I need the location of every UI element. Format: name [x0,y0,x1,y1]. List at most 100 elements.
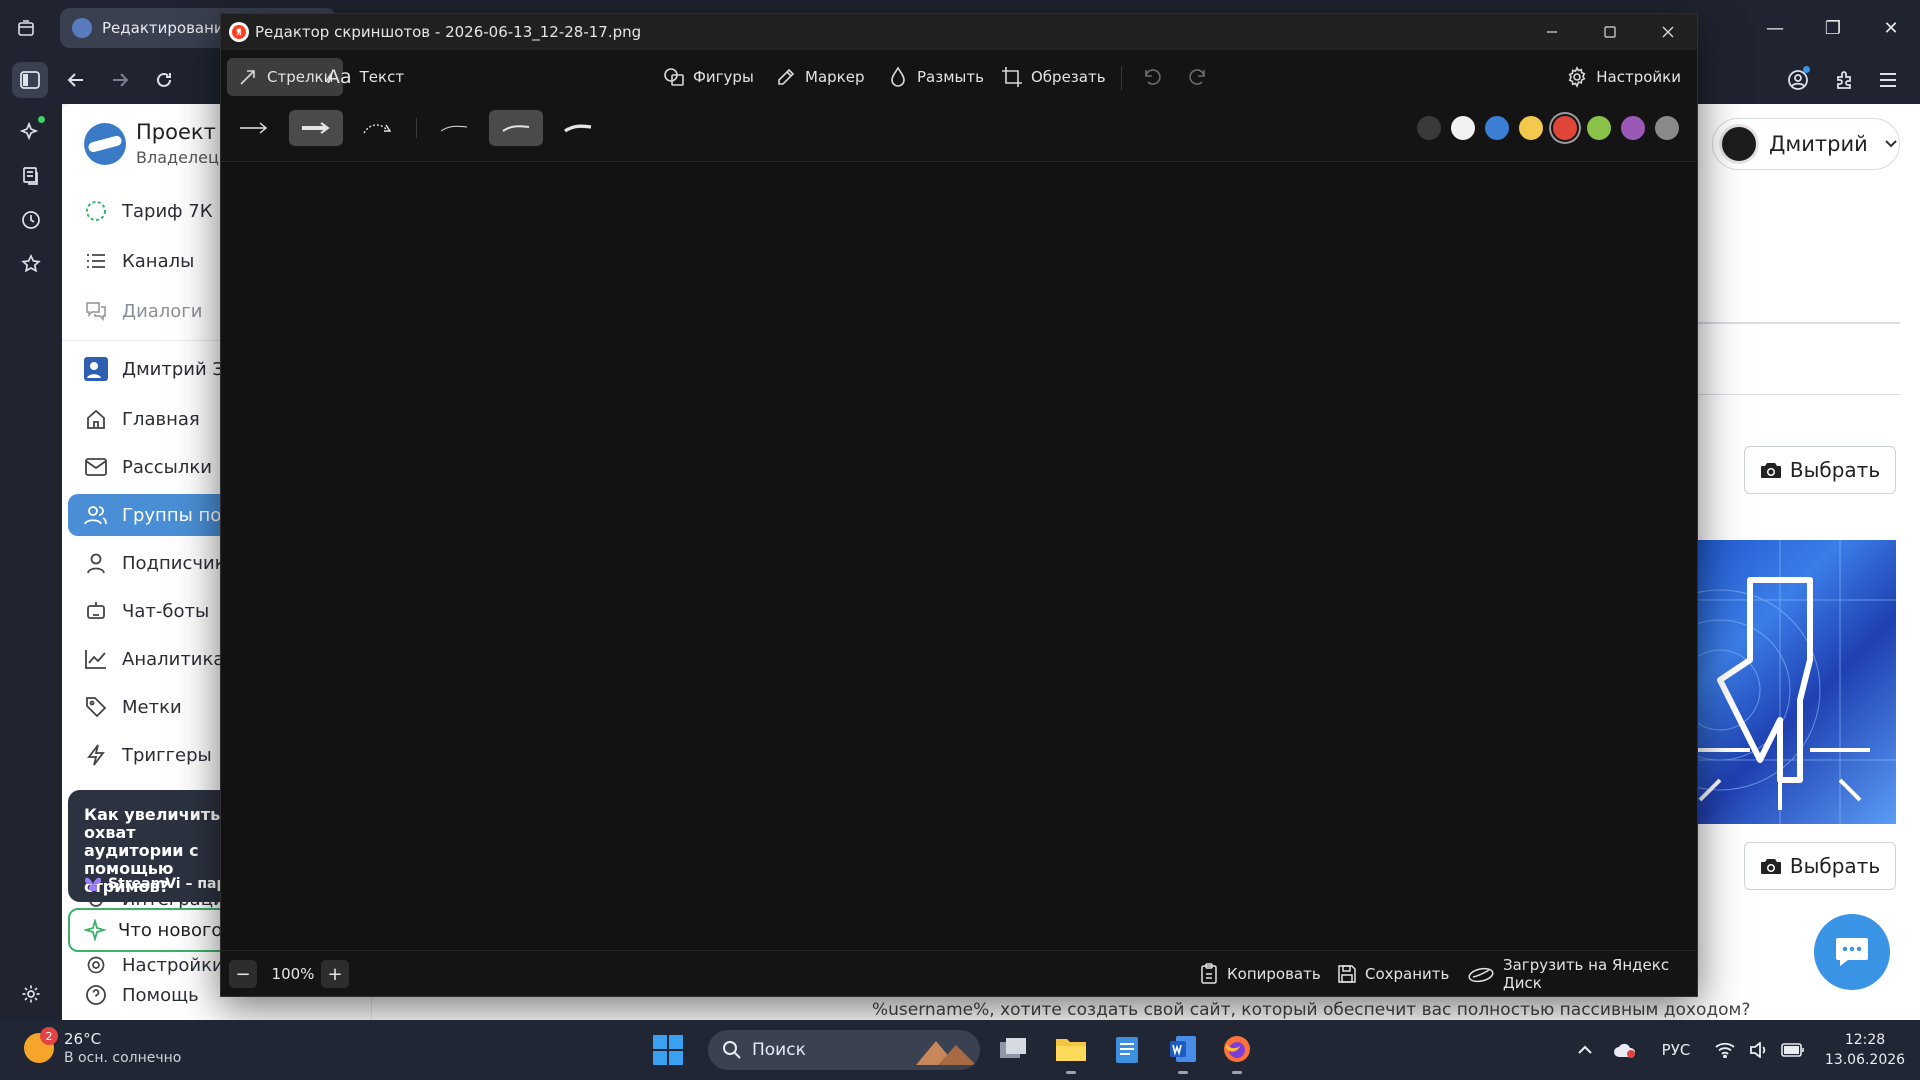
editor-maximize-button[interactable] [1581,14,1639,50]
arrow-style-thick[interactable] [289,110,343,146]
menu-icon[interactable] [1870,62,1906,98]
arrow-style-dotted[interactable] [351,110,405,146]
lightning-icon [84,743,108,767]
browser-settings-gear-icon[interactable] [13,976,49,1012]
select-image-button-1[interactable]: Выбрать [1744,446,1896,494]
volume-icon[interactable] [1742,1033,1776,1067]
droplet-icon [887,66,909,88]
color-swatch[interactable] [1553,116,1577,140]
save-button[interactable]: Сохранить [1337,960,1449,988]
color-swatch[interactable] [1655,116,1679,140]
sidebar-item-label: Триггеры [122,744,212,766]
account-avatar-icon [84,357,108,381]
tool-label: Фигуры [693,68,754,86]
notification-badge: 2 [40,1027,58,1045]
save-label: Сохранить [1365,965,1450,983]
sidebar-item-label: Чат-боты [122,600,210,622]
color-swatch[interactable] [1587,116,1611,140]
chevron-up-icon[interactable] [1568,1033,1602,1067]
user-menu[interactable]: Дмитрий [1712,118,1900,170]
wifi-icon[interactable] [1708,1033,1742,1067]
ai-sparkle-icon[interactable] [13,114,49,150]
zoom-in-button[interactable]: + [321,960,349,988]
taskbar-clock[interactable]: 12:28 13.06.2026 [1810,1030,1920,1070]
message-preview: %username%, хотите создать свой сайт, ко… [872,1000,1750,1020]
whats-new-label: Что нового - [118,919,235,941]
undo-button[interactable] [1131,58,1173,96]
task-view-icon[interactable] [996,1032,1030,1066]
bookmarks-star-icon[interactable] [13,246,49,282]
toolbar-separator [1121,66,1122,90]
tool-text[interactable]: Aa Текст [317,58,414,96]
project-header[interactable]: Проект I Владелец [84,120,229,167]
word-icon[interactable] [1166,1032,1200,1074]
sidebar-item-label: Главная [122,408,200,430]
tool-label: Размыть [917,68,984,86]
cloud-sync-icon[interactable] [1608,1033,1642,1067]
windows-taskbar: 2 26°C В осн. солнечно Поиск РУС 12:28 1… [0,1020,1920,1080]
color-swatch[interactable] [1417,116,1441,140]
chat-widget-button[interactable] [1814,914,1890,990]
help-circle-icon [84,983,108,1007]
language-indicator[interactable]: РУС [1650,1033,1702,1067]
start-button[interactable] [652,1034,684,1066]
history-clock-icon[interactable] [13,202,49,238]
firefox-icon[interactable] [1220,1032,1254,1074]
stroke-width-thick[interactable] [551,110,605,146]
upload-label: Загрузить на Яндекс Диск [1503,956,1670,992]
downloads-icon[interactable] [13,158,49,194]
tool-blur[interactable]: Размыть [877,58,994,96]
forward-arrow-icon[interactable] [102,62,138,98]
browser-close-button[interactable]: ✕ [1862,0,1920,56]
dashed-circle-icon [84,199,108,223]
editor-minimize-button[interactable] [1523,14,1581,50]
tool-label: Текст [359,68,405,86]
editor-close-button[interactable] [1639,14,1697,50]
tool-label: Маркер [805,68,865,86]
redo-button[interactable] [1177,58,1219,96]
tab-actions-icon[interactable] [8,10,44,46]
chat-bubble-icon [1834,936,1870,968]
copy-button[interactable]: Копировать [1199,960,1321,988]
sidebar-item-label: Настройки [122,954,224,976]
tool-marker[interactable]: Маркер [765,58,874,96]
profile-icon[interactable] [1780,62,1816,98]
message-preview-text: %username%, хотите создать свой сайт, ко… [872,1000,1751,1020]
system-tray: РУС 12:28 13.06.2026 [1568,1020,1920,1080]
upload-yandex-disk-button[interactable]: Загрузить на Яндекс Диск [1467,956,1697,992]
tool-shapes[interactable]: Фигуры [653,58,764,96]
editor-canvas[interactable] [221,162,1697,952]
select-button-label: Выбрать [1789,854,1881,878]
color-swatch[interactable] [1451,116,1475,140]
zoom-out-button[interactable]: − [229,960,257,988]
taskbar-search[interactable]: Поиск [708,1030,980,1070]
tool-crop[interactable]: Обрезать [991,58,1116,96]
tag-icon [84,695,108,719]
stroke-width-medium[interactable] [489,110,543,146]
color-swatch[interactable] [1621,116,1645,140]
select-image-button-2[interactable]: Выбрать [1744,842,1896,890]
sidebar-toggle-icon[interactable] [12,62,48,98]
battery-icon[interactable] [1776,1033,1810,1067]
editor-bottombar: − 100% + Копировать Сохранить Загрузить … [221,950,1697,996]
arrow-style-thin[interactable] [227,110,281,146]
redo-icon [1187,66,1209,88]
browser-restore-button[interactable]: ❐ [1804,0,1862,56]
color-swatch[interactable] [1519,116,1543,140]
stroke-width-thin[interactable] [427,110,481,146]
editor-toolbar: Стрелки Aa Текст Фигуры Маркер Размыть О… [221,50,1697,104]
marker-pen-icon [775,66,797,88]
back-arrow-icon[interactable] [58,62,94,98]
file-explorer-icon[interactable] [1054,1032,1088,1074]
editor-settings-button[interactable]: Настройки [1556,58,1691,96]
notepad-icon[interactable] [1110,1032,1144,1066]
sidebar-item-label: Помощь [122,984,199,1006]
chart-line-icon [84,647,108,671]
color-swatch[interactable] [1485,116,1509,140]
reload-icon[interactable] [146,62,182,98]
extensions-icon[interactable] [1826,62,1862,98]
weather-widget[interactable]: 2 26°C В осн. солнечно [24,1027,181,1066]
sun-cloud-icon: 2 [24,1027,58,1063]
browser-minimize-button[interactable]: — [1746,0,1804,56]
sidebar-item-label: Рассылки [122,456,212,478]
